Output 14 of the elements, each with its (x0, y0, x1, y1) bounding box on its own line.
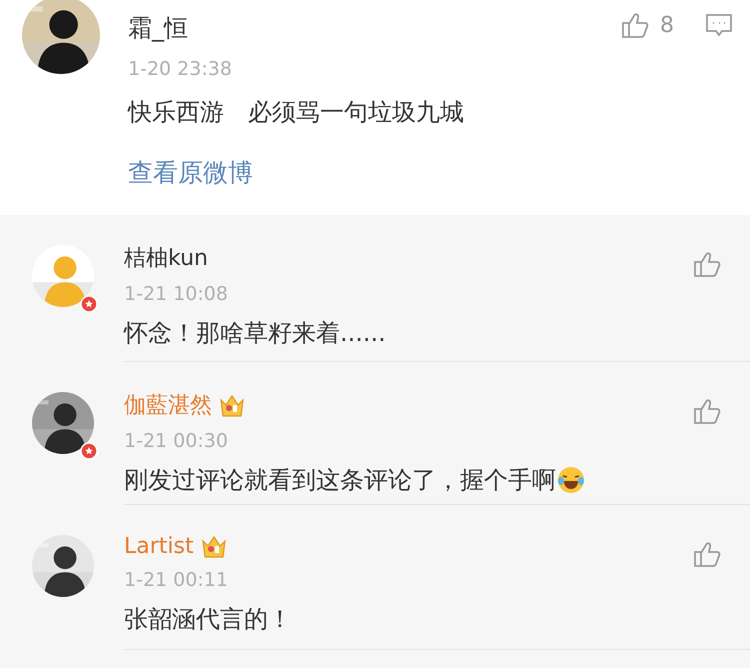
like-button[interactable]: 8 (620, 10, 674, 40)
user-name[interactable]: Lartist (124, 534, 194, 558)
timestamp: 1-21 10:08 (124, 283, 229, 305)
reply-text: 怀念！那啥草籽来着...... (124, 318, 386, 349)
timestamp: 1-21 00:11 (124, 569, 229, 591)
user-name[interactable]: 伽藍湛然 (124, 390, 212, 420)
timestamp: 1-20 23:38 (128, 58, 233, 80)
comment-text: 快乐西游 必须骂一句垃圾九城 (128, 97, 465, 128)
user-name[interactable]: 桔柚kun (124, 243, 208, 273)
timestamp: 1-21 00:30 (124, 430, 229, 452)
view-original-link[interactable]: 查看原微博 (128, 158, 253, 187)
reply-text: 张韶涵代言的！ (124, 604, 292, 635)
reply-text: 刚发过评论就看到这条评论了，握个手啊 (124, 465, 556, 496)
user-name[interactable]: 霜_恒 (128, 12, 188, 44)
